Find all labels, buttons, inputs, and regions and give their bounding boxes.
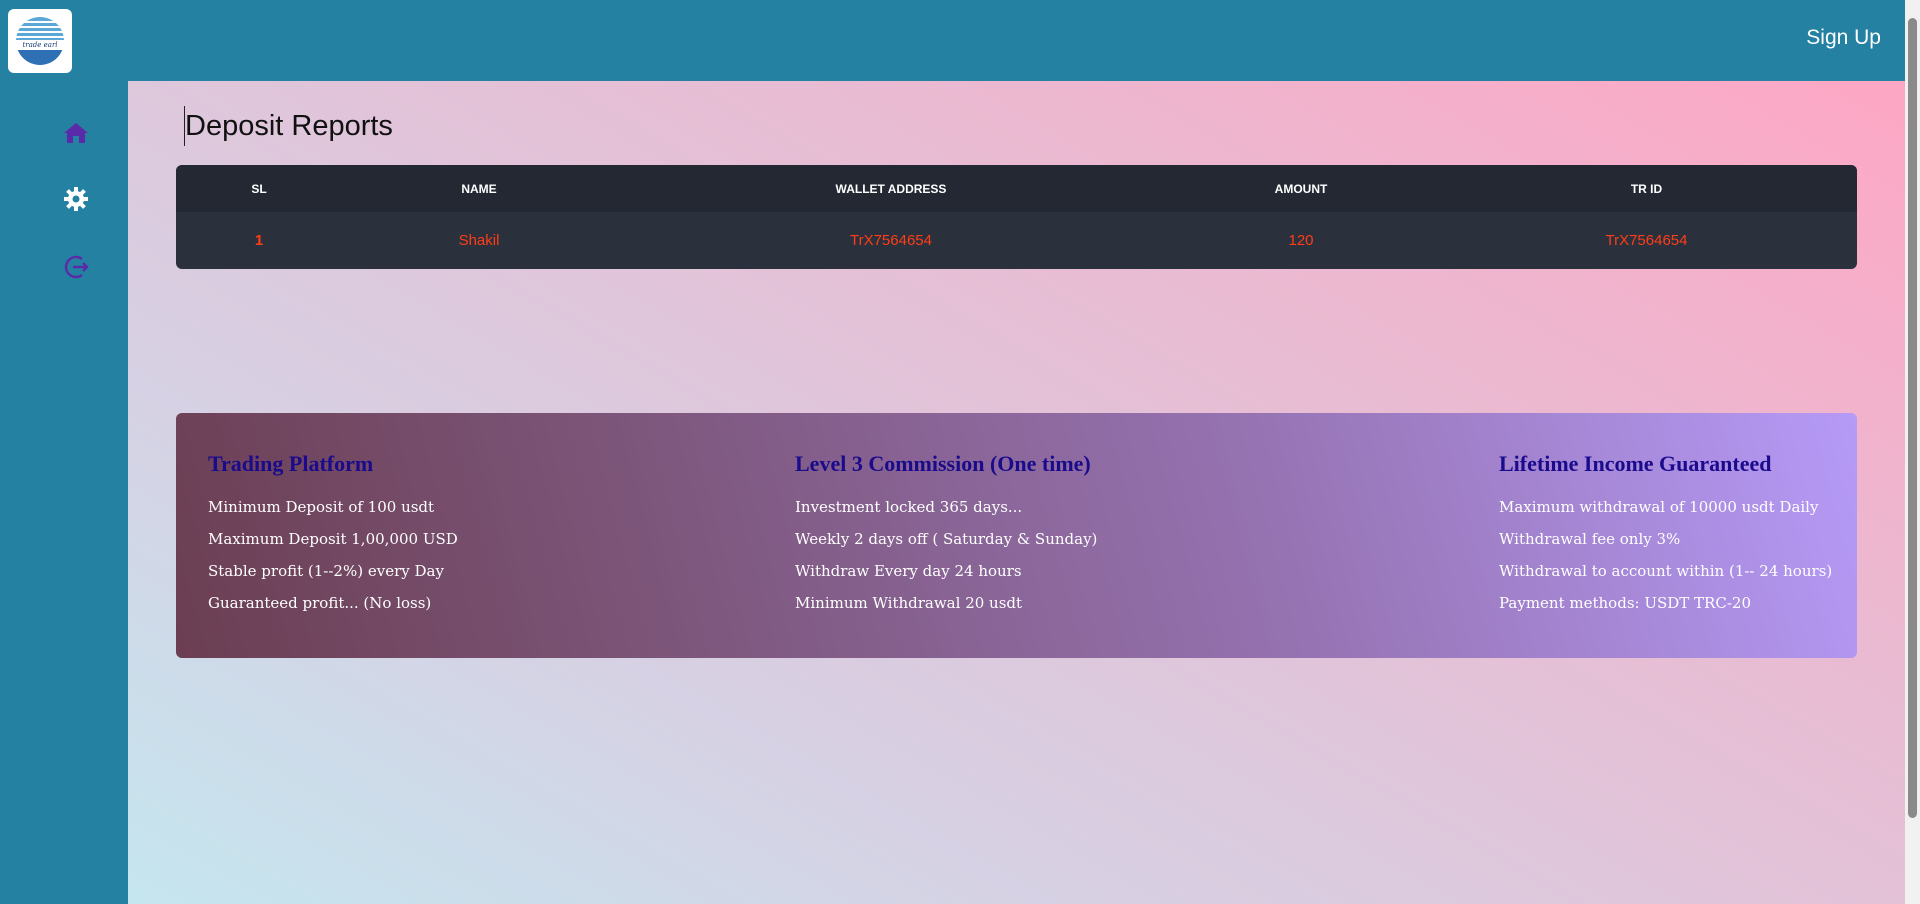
info-line: Withdrawal to account within (1-- 24 hou… — [1499, 562, 1833, 580]
scrollbar-thumb[interactable] — [1908, 18, 1917, 818]
top-navbar: trade earl Sign Up — [0, 0, 1905, 81]
info-line: Maximum Deposit 1,00,000 USD — [208, 530, 458, 548]
info-column-title: Level 3 Commission (One time) — [795, 451, 1091, 476]
column-header-sl: SL — [251, 181, 267, 196]
info-line: Payment methods: USDT TRC-20 — [1499, 594, 1751, 612]
column-header-name: NAME — [461, 181, 497, 196]
cell-sl: 1 — [254, 232, 264, 249]
info-column-title: Lifetime Income Guaranteed — [1499, 451, 1772, 476]
cell-tr-id: TrX7564654 — [1605, 232, 1688, 249]
logout-icon[interactable] — [62, 253, 90, 281]
table-header: SL NAME WALLET ADDRESS AMOUNT TR ID — [176, 165, 1857, 212]
column-header-tr-id: TR ID — [1630, 181, 1663, 196]
info-line: Maximum withdrawal of 10000 usdt Daily — [1499, 498, 1819, 516]
page-title: Deposit Reports — [184, 106, 393, 146]
info-column-trading-platform: Trading Platform Minimum Deposit of 100 … — [208, 451, 458, 619]
sign-up-link[interactable]: Sign Up — [1806, 26, 1881, 50]
info-line: Guaranteed profit... (No loss) — [208, 594, 432, 612]
info-line: Minimum Withdrawal 20 usdt — [795, 594, 1023, 612]
column-header-wallet-address: WALLET ADDRESS — [835, 181, 947, 196]
cell-amount: 120 — [1288, 232, 1314, 249]
info-panel: Trading Platform Minimum Deposit of 100 … — [176, 413, 1857, 658]
deposit-table: SL NAME WALLET ADDRESS AMOUNT TR ID 1 Sh… — [176, 165, 1857, 269]
info-line: Weekly 2 days off ( Saturday & Sunday) — [795, 530, 1098, 548]
gear-icon[interactable] — [62, 185, 90, 213]
column-header-amount: AMOUNT — [1274, 181, 1328, 196]
sidebar — [0, 81, 128, 904]
info-column-commission: Level 3 Commission (One time) Investment… — [795, 451, 1097, 619]
home-icon[interactable] — [62, 119, 90, 147]
cell-wallet-address: TrX7564654 — [849, 232, 932, 249]
svg-text:trade earl: trade earl — [22, 41, 57, 49]
info-line: Minimum Deposit of 100 usdt — [208, 498, 435, 516]
cell-name: Shakil — [458, 232, 500, 249]
info-column-lifetime-income: Lifetime Income Guaranteed Maximum withd… — [1499, 451, 1832, 619]
logo-icon: trade earl — [16, 17, 64, 65]
table-row: 1 Shakil TrX7564654 120 TrX7564654 — [176, 212, 1857, 269]
info-line: Withdraw Every day 24 hours — [795, 562, 1022, 580]
info-line: Withdrawal fee only 3% — [1499, 530, 1681, 548]
vertical-scrollbar[interactable] — [1905, 0, 1920, 904]
main-content: Deposit Reports SL NAME WALLET ADDRESS A… — [128, 81, 1905, 904]
info-line: Investment locked 365 days... — [795, 498, 1023, 516]
logo[interactable]: trade earl — [8, 9, 72, 73]
info-line: Stable profit (1--2%) every Day — [208, 562, 444, 580]
info-column-title: Trading Platform — [208, 451, 374, 476]
